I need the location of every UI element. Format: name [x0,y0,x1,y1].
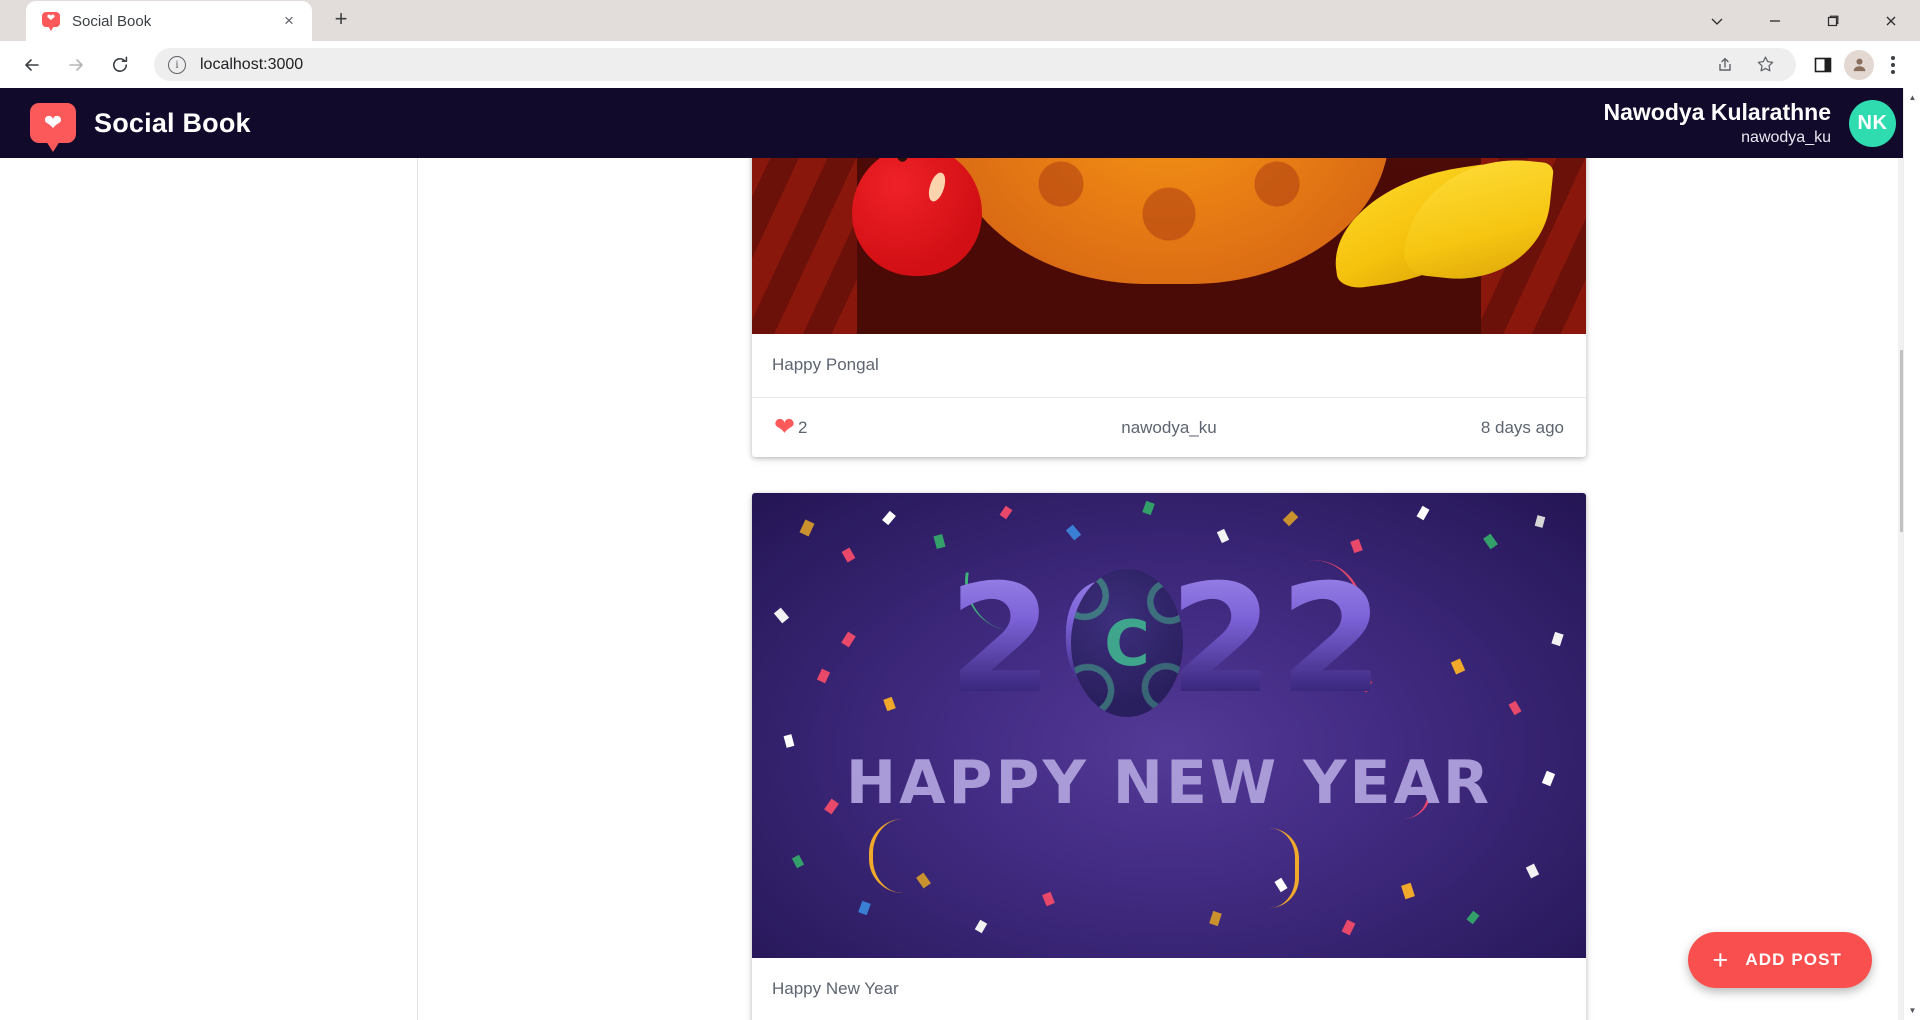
user-profile[interactable]: Nawodya Kularathne nawodya_ku NK [1603,98,1896,148]
like-group[interactable]: ❤ 2 [774,415,1037,440]
user-handle: nawodya_ku [1741,128,1831,146]
browser-window: ❤ Social Book × + i localhost:3000 ❤ Soc… [0,0,1920,1020]
site-info-icon[interactable]: i [168,55,186,74]
post-footer: ❤ 2 nawodya_ku 8 days ago [752,398,1586,457]
side-panel-icon[interactable] [1806,48,1840,82]
minimize-icon[interactable] [1746,0,1804,41]
tab-favicon-heart-icon: ❤ [42,11,61,31]
ornament-ball-icon [1071,569,1183,717]
star-icon[interactable] [1748,48,1782,82]
chevron-down-icon[interactable] [1688,0,1746,41]
add-post-button[interactable]: + ADD POST [1688,932,1872,988]
left-rail [0,158,418,1020]
tab-close-icon[interactable]: × [276,8,302,34]
feed-region: Happy Pongal ❤ 2 nawodya_ku 8 days ago C… [0,158,1920,1020]
post-image-pongal [752,158,1586,334]
share-icon[interactable] [1708,48,1742,82]
app-header: ❤ Social Book Nawodya Kularathne nawodya… [0,88,1920,158]
three-dot-menu-icon[interactable] [1878,48,1908,82]
plus-icon: + [1712,944,1730,975]
page-scrollbar[interactable]: ▲ ▼ [1903,88,1920,1020]
restore-icon[interactable] [1804,0,1862,41]
post-image-new-year: 2022 HAPPY NEW YEAR [752,493,1586,958]
feed-scroll-container: Happy Pongal ❤ 2 nawodya_ku 8 days ago C… [418,158,1920,1020]
page-scroll-up-arrow-icon[interactable]: ▲ [1904,89,1920,106]
heart-icon[interactable]: ❤ [774,415,795,440]
app-title: Social Book [94,107,251,138]
new-year-greeting: HAPPY NEW YEAR [845,748,1493,818]
avatar[interactable]: NK [1849,99,1896,147]
post-card[interactable]: Happy Pongal ❤ 2 nawodya_ku 8 days ago [752,158,1586,457]
post-caption: Happy Pongal [752,334,1586,398]
window-controls [1688,0,1920,41]
user-display-name: Nawodya Kularathne [1603,98,1832,125]
address-bar[interactable]: i localhost:3000 [154,48,1796,81]
like-count: 2 [797,417,808,437]
tab-strip: ❤ Social Book × + [0,0,1920,41]
post-card[interactable]: 2022 HAPPY NEW YEAR Happy New Year ❤ [752,493,1586,1020]
post-author: nawodya_ku [1121,417,1217,437]
new-tab-button[interactable]: + [326,4,356,34]
url-text[interactable]: localhost:3000 [200,56,303,74]
page-scroll-down-arrow-icon[interactable]: ▼ [1904,1002,1920,1019]
browser-profile-avatar[interactable] [1844,49,1874,80]
window-close-icon[interactable] [1862,0,1920,41]
web-page-content: ❤ Social Book Nawodya Kularathne nawodya… [0,88,1920,1020]
heart-bubble-logo-icon: ❤ [30,103,76,152]
back-arrow-icon[interactable] [12,45,52,85]
tab-title: Social Book [72,12,152,30]
browser-toolbar: i localhost:3000 [0,41,1920,88]
forward-arrow-icon[interactable] [56,45,96,85]
post-caption: Happy New Year [752,958,1586,1020]
feed-list: Happy Pongal ❤ 2 nawodya_ku 8 days ago C… [418,158,1920,1020]
add-post-label: ADD POST [1745,950,1842,969]
tab-social-book[interactable]: ❤ Social Book × [26,1,312,41]
reload-icon[interactable] [100,45,140,85]
brand[interactable]: ❤ Social Book [30,103,251,152]
post-timestamp: 8 days ago [1480,417,1564,437]
